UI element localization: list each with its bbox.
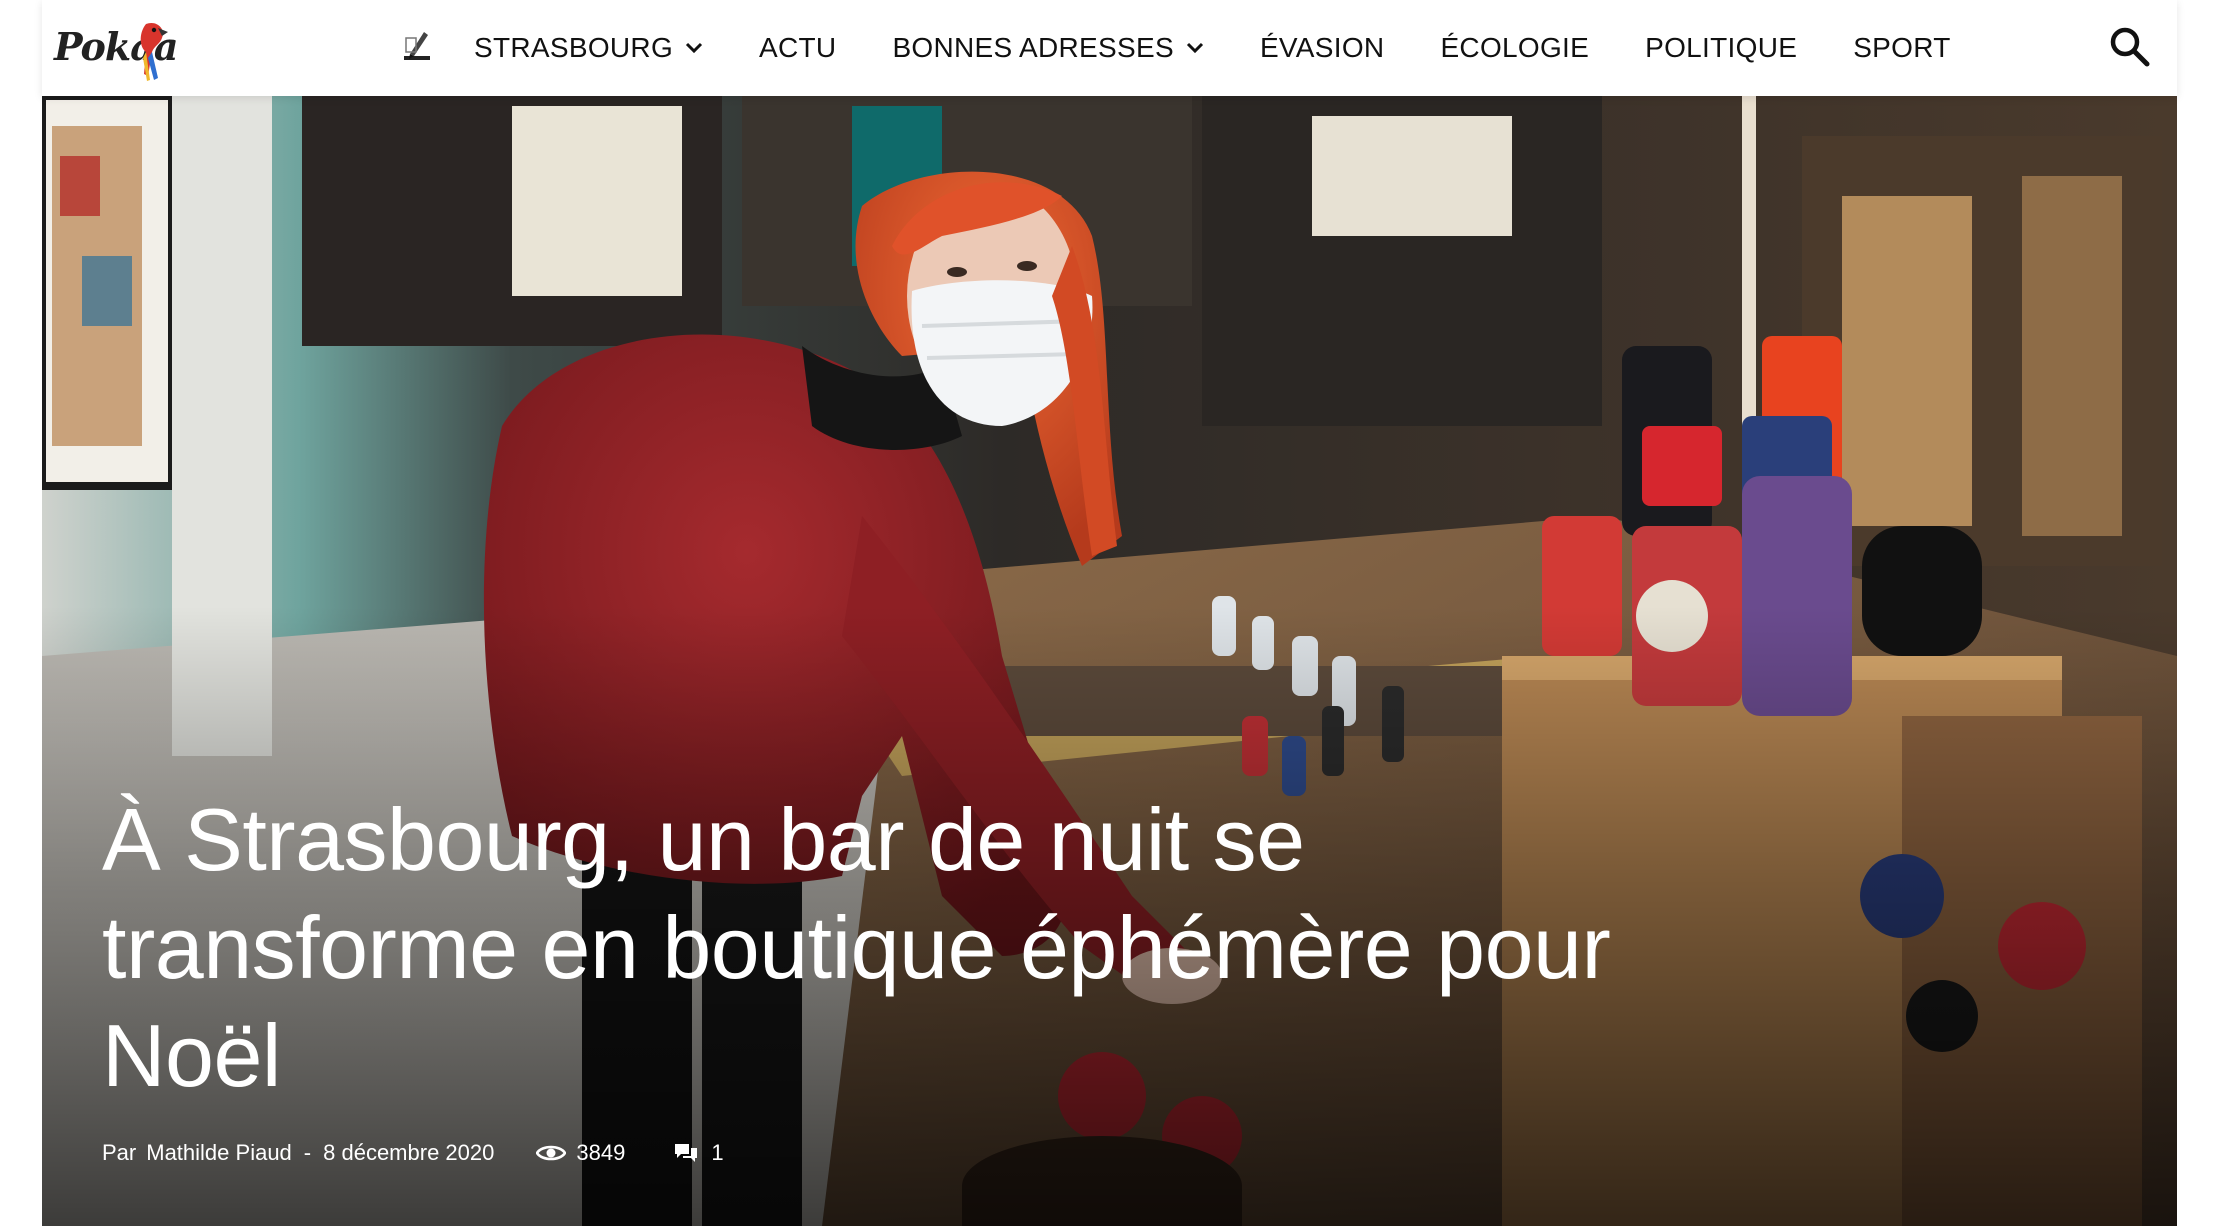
meta-separator: - — [303, 1140, 312, 1165]
nav-label: STRASBOURG — [474, 32, 674, 63]
home-writing-icon[interactable] — [400, 26, 434, 66]
nav-label: BONNES ADRESSES — [892, 32, 1174, 63]
nav-label: SPORT — [1853, 32, 1951, 63]
chevron-down-icon — [1186, 42, 1203, 54]
main-navigation: STRASBOURG ACTU BONNES ADRESSES ÉVASION … — [446, 0, 1979, 96]
chevron-down-icon — [685, 42, 703, 54]
nav-label: ACTU — [759, 32, 837, 63]
comment-count-value: 1 — [711, 1140, 724, 1165]
nav-item-strasbourg[interactable]: STRASBOURG — [446, 0, 731, 96]
site-logo[interactable]: Pokaa — [54, 18, 178, 82]
nav-item-politique[interactable]: POLITIQUE — [1617, 0, 1825, 96]
search-icon[interactable] — [2107, 24, 2153, 70]
nav-item-ecologie[interactable]: ÉCOLOGIE — [1412, 0, 1617, 96]
parrot-icon — [140, 22, 168, 81]
view-count-value: 3849 — [576, 1140, 626, 1165]
nav-item-sport[interactable]: SPORT — [1825, 0, 1978, 96]
featured-article-hero[interactable]: À Strasbourg, un bar de nuit se transfor… — [42, 96, 2177, 1226]
comment-count[interactable]: 1 — [673, 1140, 724, 1166]
article-headline[interactable]: À Strasbourg, un bar de nuit se transfor… — [102, 786, 1742, 1110]
nav-item-actu[interactable]: ACTU — [731, 0, 864, 96]
article-meta: Par Mathilde Piaud - 8 décembre 2020 384… — [102, 1136, 724, 1170]
author-prefix: Par — [102, 1140, 137, 1165]
comment-icon — [675, 1144, 698, 1162]
nav-item-bonnes-adresses[interactable]: BONNES ADRESSES — [864, 0, 1231, 96]
nav-label: POLITIQUE — [1645, 32, 1798, 63]
eye-icon — [536, 1145, 567, 1161]
site-header: Pokaa STRASBOURG ACTU BONNES ADRESSES ÉV… — [42, 0, 2177, 96]
nav-label: ÉVASION — [1259, 32, 1385, 63]
author-link[interactable]: Mathilde Piaud — [146, 1140, 292, 1166]
nav-label: ÉCOLOGIE — [1440, 32, 1590, 63]
publish-date: 8 décembre 2020 — [323, 1140, 495, 1165]
nav-item-evasion[interactable]: ÉVASION — [1232, 0, 1413, 96]
view-count: 3849 — [536, 1140, 625, 1166]
